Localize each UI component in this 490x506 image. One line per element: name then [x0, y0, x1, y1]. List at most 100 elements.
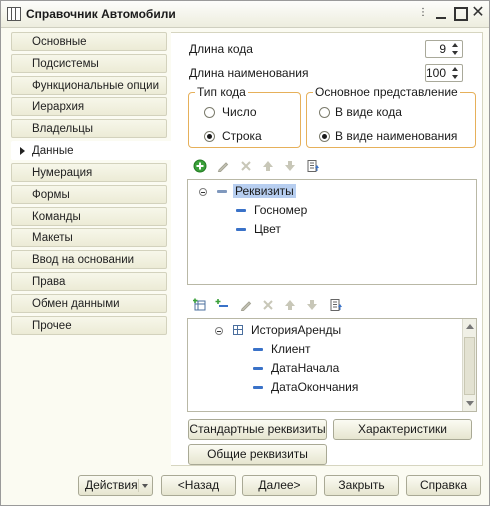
attribute-icon [253, 367, 263, 370]
move-up-icon[interactable] [261, 159, 275, 173]
add-tabular-section-icon[interactable] [193, 298, 207, 312]
tree-item-end-date[interactable]: ДатаОкончания [271, 380, 358, 394]
sidebar-item-label: Иерархия [32, 101, 85, 113]
sidebar-item-other[interactable]: Прочее [11, 316, 167, 335]
radio-string-label: Строка [222, 129, 262, 143]
chevron-down-icon [142, 484, 148, 488]
attribute-icon [236, 228, 246, 231]
name-length-field[interactable]: 100 [425, 64, 463, 82]
radio-string[interactable] [204, 131, 215, 142]
attribute-icon [253, 386, 263, 389]
sidebar-item-numbering[interactable]: Нумерация [11, 163, 167, 182]
sort-list-icon[interactable] [329, 298, 343, 312]
attribute-icon [236, 209, 246, 212]
delete-icon[interactable] [261, 298, 275, 312]
characteristics-button[interactable]: Характеристики [333, 419, 472, 440]
spin-arrows-icon[interactable] [451, 42, 461, 56]
spin-arrows-icon[interactable] [451, 66, 461, 80]
sidebar-item-data-exchange[interactable]: Обмен данными [11, 294, 167, 313]
tree-item-color[interactable]: Цвет [254, 222, 281, 236]
add-column-icon[interactable] [215, 298, 229, 312]
radio-as-name[interactable] [319, 131, 330, 142]
sidebar-item-label: Подсистемы [32, 58, 99, 70]
main-presentation-group: Основное представление В виде кода В вид… [306, 85, 476, 148]
window: Справочник Автомобили ⋮ ✕ Основные Подси… [0, 0, 490, 506]
sidebar-item-label: Ввод на основании [32, 254, 135, 266]
move-up-icon[interactable] [283, 298, 297, 312]
title-bar: Справочник Автомобили ⋮ ✕ [1, 1, 489, 28]
sidebar-item-main[interactable]: Основные [11, 32, 167, 51]
window-menu-icon[interactable]: ⋮ [415, 5, 431, 21]
collapse-icon[interactable] [199, 188, 207, 196]
attributes-group-icon [217, 190, 227, 193]
minimize-icon[interactable] [433, 5, 449, 21]
edit-icon[interactable] [216, 159, 230, 173]
close-icon[interactable]: ✕ [470, 5, 486, 21]
add-icon[interactable] [193, 159, 207, 173]
sidebar-item-owners[interactable]: Владельцы [11, 119, 167, 138]
radio-as-code-label: В виде кода [335, 105, 402, 119]
sidebar-item-based-on[interactable]: Ввод на основании [11, 250, 167, 269]
edit-icon[interactable] [239, 298, 253, 312]
sidebar-item-hierarchy[interactable]: Иерархия [11, 97, 167, 116]
name-length-value: 100 [426, 66, 447, 80]
sidebar-item-label: Прочее [32, 320, 72, 332]
sidebar-item-forms[interactable]: Формы [11, 185, 167, 204]
back-button[interactable]: <Назад [161, 475, 236, 496]
help-button[interactable]: Справка [406, 475, 481, 496]
code-length-label: Длина кода [189, 42, 253, 56]
active-tab-marker-icon [20, 147, 25, 155]
catalog-icon [7, 7, 21, 21]
sidebar-item-subsystems[interactable]: Подсистемы [11, 54, 167, 73]
sidebar-item-label: Обмен данными [32, 298, 120, 310]
standard-attributes-button[interactable]: Стандартные реквизиты [188, 419, 327, 440]
tabular-sections-tree[interactable]: ИсторияАренды Клиент ДатаНачала ДатаОкон… [187, 318, 477, 412]
data-tab-panel: Длина кода 9 Длина наименования 100 Тип … [171, 32, 483, 466]
sort-list-icon[interactable] [306, 159, 320, 173]
sidebar-item-commands[interactable]: Команды [11, 207, 167, 226]
tree-scrollbar[interactable] [462, 319, 476, 411]
move-down-icon[interactable] [283, 159, 297, 173]
attribute-icon [253, 348, 263, 351]
actions-button[interactable]: Действия [78, 475, 153, 496]
sidebar-item-label: Владельцы [32, 123, 94, 135]
scroll-up-icon[interactable] [466, 324, 474, 329]
sidebar-item-label: Права [32, 276, 66, 288]
code-length-field[interactable]: 9 [425, 40, 463, 58]
next-button[interactable]: Далее> [242, 475, 317, 496]
delete-icon[interactable] [239, 159, 253, 173]
move-down-icon[interactable] [305, 298, 319, 312]
radio-as-name-label: В виде наименования [335, 129, 458, 143]
sidebar-item-label: Формы [32, 189, 70, 201]
code-length-value: 9 [439, 42, 446, 56]
sidebar-item-label: Основные [32, 36, 87, 48]
scroll-thumb[interactable] [464, 337, 475, 395]
window-title: Справочник Автомобили [26, 7, 176, 21]
attributes-tree[interactable]: Реквизиты Госномер Цвет [187, 179, 477, 285]
close-button[interactable]: Закрыть [324, 475, 399, 496]
sidebar-item-data[interactable]: Данные [11, 141, 183, 160]
tree-root-rental-history[interactable]: ИсторияАренды [251, 323, 341, 337]
code-type-group: Тип кода Число Строка [188, 85, 301, 148]
tree-item-start-date[interactable]: ДатаНачала [271, 361, 339, 375]
maximize-icon[interactable] [452, 5, 468, 21]
radio-number-label: Число [222, 105, 257, 119]
sidebar-item-rights[interactable]: Права [11, 272, 167, 291]
common-attributes-button[interactable]: Общие реквизиты [188, 444, 327, 465]
sidebar-item-templates[interactable]: Макеты [11, 228, 167, 247]
tree-item-client[interactable]: Клиент [271, 342, 311, 356]
collapse-icon[interactable] [215, 327, 223, 335]
tree-root-attributes[interactable]: Реквизиты [233, 184, 296, 198]
scroll-down-icon[interactable] [466, 401, 474, 406]
radio-number[interactable] [204, 107, 215, 118]
name-length-label: Длина наименования [189, 66, 309, 80]
sidebar-item-label: Нумерация [32, 167, 93, 179]
sidebar-item-label: Команды [32, 211, 81, 223]
sidebar-item-label: Данные [32, 145, 74, 157]
table-icon [233, 325, 243, 335]
sidebar-item-label: Макеты [32, 232, 73, 244]
sidebar-item-functional-options[interactable]: Функциональные опции [11, 76, 167, 95]
radio-as-code[interactable] [319, 107, 330, 118]
dropdown-separator [138, 479, 139, 492]
tree-item-gosnomer[interactable]: Госномер [254, 203, 307, 217]
